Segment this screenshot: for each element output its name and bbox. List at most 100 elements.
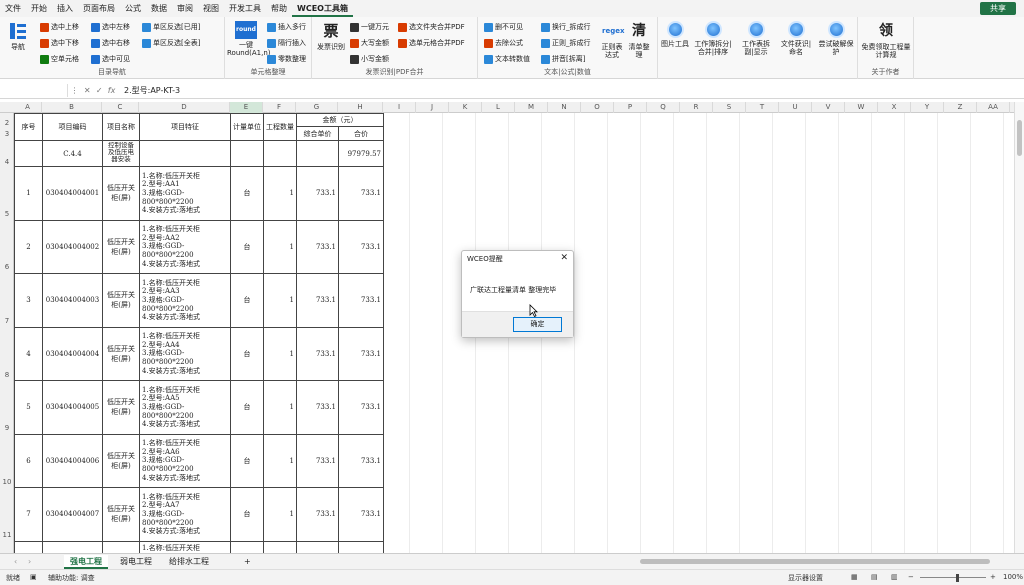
ok-button[interactable]: 确定	[513, 317, 562, 332]
code-cell[interactable]: 030404004002	[42, 219, 103, 274]
zoom-slider[interactable]	[920, 577, 986, 578]
text-to-number-button[interactable]: 文本转数值	[484, 54, 530, 64]
column-header[interactable]: V	[812, 102, 845, 113]
header-unit-price[interactable]: 综合单价	[296, 126, 339, 141]
qty-cell[interactable]: 1	[263, 433, 297, 488]
crack-protect-button[interactable]: 尝试破解保护	[818, 21, 854, 56]
column-header[interactable]: B	[42, 102, 102, 113]
row-header[interactable]: 2	[0, 119, 14, 127]
header-name[interactable]: 项目名称	[102, 113, 140, 141]
merge-folder-pdf-button[interactable]: 选文件夹合并PDF	[398, 22, 465, 32]
summary-code-cell[interactable]: C.4.4	[42, 140, 103, 167]
partial-desc-cell[interactable]: 1.名称:低压开关柜	[139, 540, 231, 553]
partial-total-cell[interactable]	[338, 540, 384, 553]
column-header[interactable]: Z	[944, 102, 977, 113]
column-header[interactable]: J	[416, 102, 449, 113]
price-cell[interactable]: 733.1	[296, 326, 339, 381]
next-sheet-icon[interactable]: ›	[22, 555, 37, 569]
seq-cell[interactable]: 5	[14, 380, 43, 435]
macro-icon[interactable]: ▣	[30, 573, 37, 581]
insert-alternate-button[interactable]: 隔行插入	[267, 38, 306, 48]
header-feature[interactable]: 项目特征	[139, 113, 231, 141]
cancel-icon[interactable]: ✕	[84, 86, 91, 95]
round-button[interactable]: round 一键Round(A1,n)	[227, 21, 271, 57]
list-tidy-button[interactable]: 清 清单整理	[626, 21, 652, 59]
upper-amount-button[interactable]: 大写金额	[350, 38, 389, 48]
row-header[interactable]: 11	[0, 531, 14, 539]
prev-sheet-icon[interactable]: ‹	[8, 555, 23, 569]
feature-cell[interactable]: 1.名称:低压开关柜 2.型号:AA6 3.规格:GGD- 800*800*2200 4…	[139, 433, 231, 488]
column-header[interactable]: S	[713, 102, 746, 113]
unit-cell[interactable]: 台	[230, 380, 264, 435]
total-cell[interactable]: 733.1	[338, 487, 384, 542]
unit-cell[interactable]: 台	[230, 219, 264, 274]
price-cell[interactable]: 733.1	[296, 166, 339, 221]
name-cell[interactable]: 低压开关柜(屏)	[102, 380, 140, 435]
partial-unit-cell[interactable]	[230, 540, 264, 553]
row-header[interactable]: 5	[0, 210, 14, 218]
code-cell[interactable]: 030404004004	[42, 326, 103, 381]
feature-cell[interactable]: 1.名称:低压开关柜 2.型号:AA3 3.规格:GGD- 800*800*2200 4…	[139, 273, 231, 328]
name-box[interactable]	[0, 83, 68, 97]
invoice-button[interactable]: 票 发票识别	[316, 21, 346, 51]
column-header[interactable]: A	[14, 102, 42, 113]
zero-tidy-button[interactable]: 零数整理	[267, 54, 306, 64]
total-cell[interactable]: 733.1	[338, 326, 384, 381]
seq-cell[interactable]: 1	[14, 166, 43, 221]
row-header[interactable]: 4	[0, 158, 14, 166]
free-rules-button[interactable]: 领 免费领取工程量计算规	[861, 21, 911, 59]
column-header[interactable]: I	[383, 102, 416, 113]
partial-name-cell[interactable]	[102, 540, 140, 553]
total-cell[interactable]: 733.1	[338, 219, 384, 274]
header-unit[interactable]: 计量单位	[230, 113, 264, 141]
code-cell[interactable]: 030404004001	[42, 166, 103, 221]
feature-cell[interactable]: 1.名称:低压开关柜 2.型号:AA7 3.规格:GGD- 800*800*2200 4…	[139, 487, 231, 542]
select-up-button[interactable]: 选中上移	[40, 22, 79, 32]
header-qty[interactable]: 工程数量	[263, 113, 297, 141]
column-header[interactable]: H	[338, 102, 383, 113]
delete-invisible-button[interactable]: 删不可见	[484, 22, 523, 32]
menu-page-layout[interactable]: 页面布局	[78, 0, 120, 17]
column-header[interactable]: F	[263, 102, 296, 113]
row-header[interactable]: 9	[0, 424, 14, 432]
formula-input[interactable]: 2.型号:AP-KT-3	[118, 85, 180, 96]
name-cell[interactable]: 低压开关柜(屏)	[102, 166, 140, 221]
feature-cell[interactable]: 1.名称:低压开关柜 2.型号:AA2 3.规格:GGD- 800*800*2200 4…	[139, 219, 231, 274]
column-header[interactable]: P	[614, 102, 647, 113]
unit-cell[interactable]: 台	[230, 433, 264, 488]
column-header[interactable]: T	[746, 102, 779, 113]
display-settings[interactable]: 显示器设置	[788, 573, 823, 583]
price-cell[interactable]: 733.1	[296, 219, 339, 274]
column-header[interactable]: W	[845, 102, 878, 113]
column-header[interactable]: R	[680, 102, 713, 113]
header-amount[interactable]: 金额（元）	[296, 113, 384, 127]
confirm-icon[interactable]: ✓	[96, 86, 103, 95]
qty-cell[interactable]: 1	[263, 487, 297, 542]
feature-cell[interactable]: 1.名称:低压开关柜 2.型号:AA1 3.规格:GGD- 800*800*2200 4…	[139, 166, 231, 221]
summary-unit-cell[interactable]	[230, 140, 264, 167]
name-cell[interactable]: 低压开关柜(屏)	[102, 326, 140, 381]
tab-plumbing[interactable]: 给排水工程	[163, 555, 215, 569]
add-sheet-button[interactable]: +	[238, 555, 257, 569]
regex-button[interactable]: regex 正则表达式	[600, 21, 625, 59]
partial-price-cell[interactable]	[296, 540, 339, 553]
unit-cell[interactable]: 台	[230, 166, 264, 221]
menu-wceo-toolbox[interactable]: WCEO工具箱	[292, 0, 353, 17]
select-visible-button[interactable]: 选中可见	[91, 54, 130, 64]
seq-cell[interactable]: 3	[14, 273, 43, 328]
total-cell[interactable]: 733.1	[338, 273, 384, 328]
column-header[interactable]: E	[230, 102, 263, 113]
column-header[interactable]: AA	[977, 102, 1010, 113]
menu-home[interactable]: 开始	[26, 0, 52, 17]
qty-cell[interactable]: 1	[263, 273, 297, 328]
menu-data[interactable]: 数据	[146, 0, 172, 17]
name-cell[interactable]: 低压开关柜(屏)	[102, 487, 140, 542]
feature-cell[interactable]: 1.名称:低压开关柜 2.型号:AA5 3.规格:GGD- 800*800*2200 4…	[139, 380, 231, 435]
partial-seq-cell[interactable]	[14, 540, 43, 553]
sheet-tools-button[interactable]: 工作表拆副|显示	[738, 21, 774, 56]
select-left-button[interactable]: 选中左移	[91, 22, 130, 32]
feature-cell[interactable]: 1.名称:低压开关柜 2.型号:AA4 3.规格:GGD- 800*800*2200 4…	[139, 326, 231, 381]
split-newline-button[interactable]: 换行_拆成行	[541, 22, 591, 32]
zoom-in-icon[interactable]: +	[990, 573, 996, 581]
qty-cell[interactable]: 1	[263, 326, 297, 381]
